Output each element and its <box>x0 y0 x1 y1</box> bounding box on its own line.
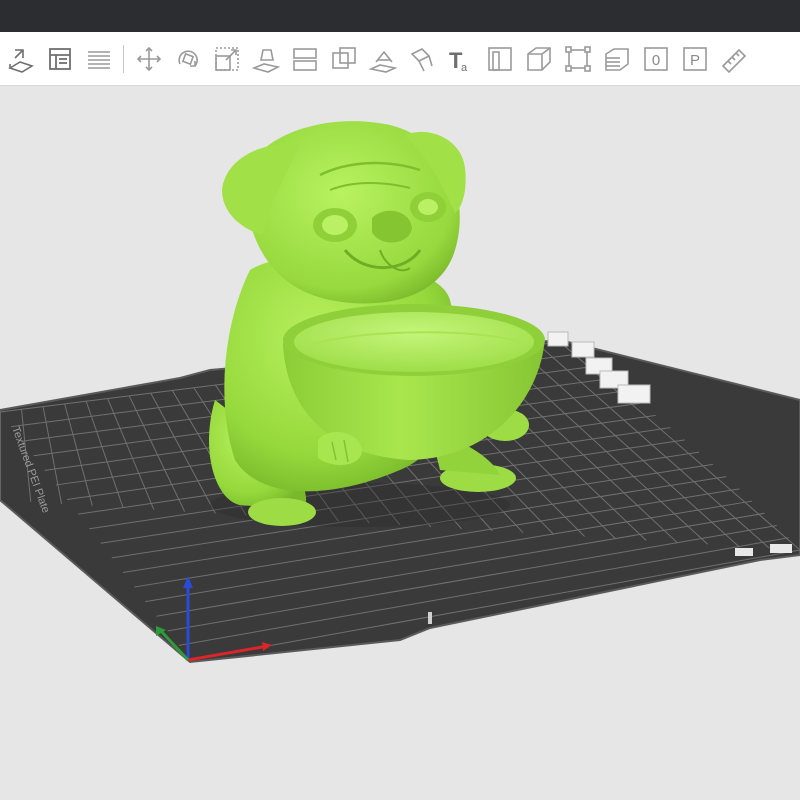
svg-text:a: a <box>461 62 468 74</box>
bed-corner-marker <box>735 548 753 556</box>
bed-corner-marker <box>770 544 792 553</box>
cut-icon[interactable] <box>288 39 322 79</box>
svg-text:0: 0 <box>652 52 660 69</box>
layout-panel-icon[interactable] <box>43 39 77 79</box>
fit-view-icon[interactable] <box>561 39 595 79</box>
zero-label-icon[interactable]: 0 <box>639 39 673 79</box>
bed-front-strip <box>428 612 432 624</box>
title-bar <box>0 0 800 32</box>
svg-text:P: P <box>690 52 700 69</box>
mesh-boolean-icon[interactable] <box>327 39 361 79</box>
3d-viewport[interactable]: Textured PEI Plate <box>0 86 800 800</box>
place-on-face-icon[interactable] <box>249 39 283 79</box>
perspective-view-icon[interactable] <box>522 39 556 79</box>
toolbar-separator <box>123 44 124 73</box>
import-model-icon[interactable] <box>4 39 38 79</box>
scale-icon[interactable] <box>210 39 244 79</box>
move-icon[interactable] <box>132 39 166 79</box>
slicer-window: T a 0 P Textured PEI Plate <box>0 0 800 800</box>
measure-icon[interactable] <box>483 39 517 79</box>
text-tool-icon[interactable]: T a <box>444 39 478 79</box>
support-paint-icon[interactable] <box>366 39 400 79</box>
main-toolbar: T a 0 P <box>0 32 800 86</box>
pug-bowl-model[interactable] <box>209 121 545 527</box>
p-label-icon[interactable]: P <box>678 39 712 79</box>
layers-view-icon[interactable] <box>600 39 634 79</box>
ruler-icon[interactable] <box>717 39 751 79</box>
layer-list-icon[interactable] <box>82 39 116 79</box>
seam-paint-icon[interactable] <box>405 39 439 79</box>
rotate-icon[interactable] <box>171 39 205 79</box>
